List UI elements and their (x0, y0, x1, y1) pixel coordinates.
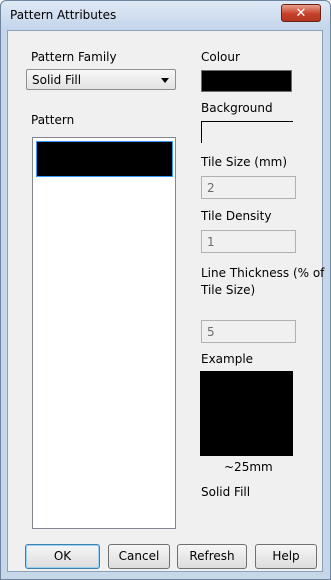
help-button[interactable]: Help (255, 544, 317, 569)
tile-size-input[interactable]: 2 (201, 176, 296, 199)
tile-density-input[interactable]: 1 (201, 230, 296, 253)
example-name: Solid Fill (201, 485, 251, 499)
background-label: Background (201, 101, 273, 115)
chevron-down-icon (161, 78, 169, 83)
example-label: Example (201, 352, 254, 366)
example-scale: ~25mm (224, 460, 273, 474)
pattern-list[interactable] (32, 137, 176, 529)
pattern-label: Pattern (31, 113, 75, 127)
refresh-button[interactable]: Refresh (177, 544, 247, 569)
example-preview (200, 371, 293, 456)
pattern-family-value: Solid Fill (32, 73, 82, 87)
line-thickness-label-cont: Tile Size) (201, 283, 256, 297)
tile-density-label: Tile Density (201, 209, 272, 223)
tile-size-label: Tile Size (mm) (201, 155, 288, 169)
colour-swatch[interactable] (201, 70, 292, 92)
pattern-family-label: Pattern Family (31, 50, 117, 64)
close-button[interactable]: ✕ (281, 4, 321, 22)
dialog-title: Pattern Attributes (10, 8, 117, 22)
pattern-list-item-solid[interactable] (36, 141, 173, 177)
background-swatch[interactable] (201, 121, 293, 143)
close-icon: ✕ (295, 5, 307, 21)
title-bar[interactable]: Pattern Attributes ✕ (1, 1, 330, 30)
line-thickness-label: Line Thickness (% of (201, 266, 325, 280)
colour-label: Colour (201, 50, 240, 64)
line-thickness-input[interactable]: 5 (201, 320, 296, 343)
pattern-family-select[interactable]: Solid Fill (26, 69, 176, 90)
ok-button[interactable]: OK (25, 544, 100, 569)
cancel-button[interactable]: Cancel (108, 544, 170, 569)
